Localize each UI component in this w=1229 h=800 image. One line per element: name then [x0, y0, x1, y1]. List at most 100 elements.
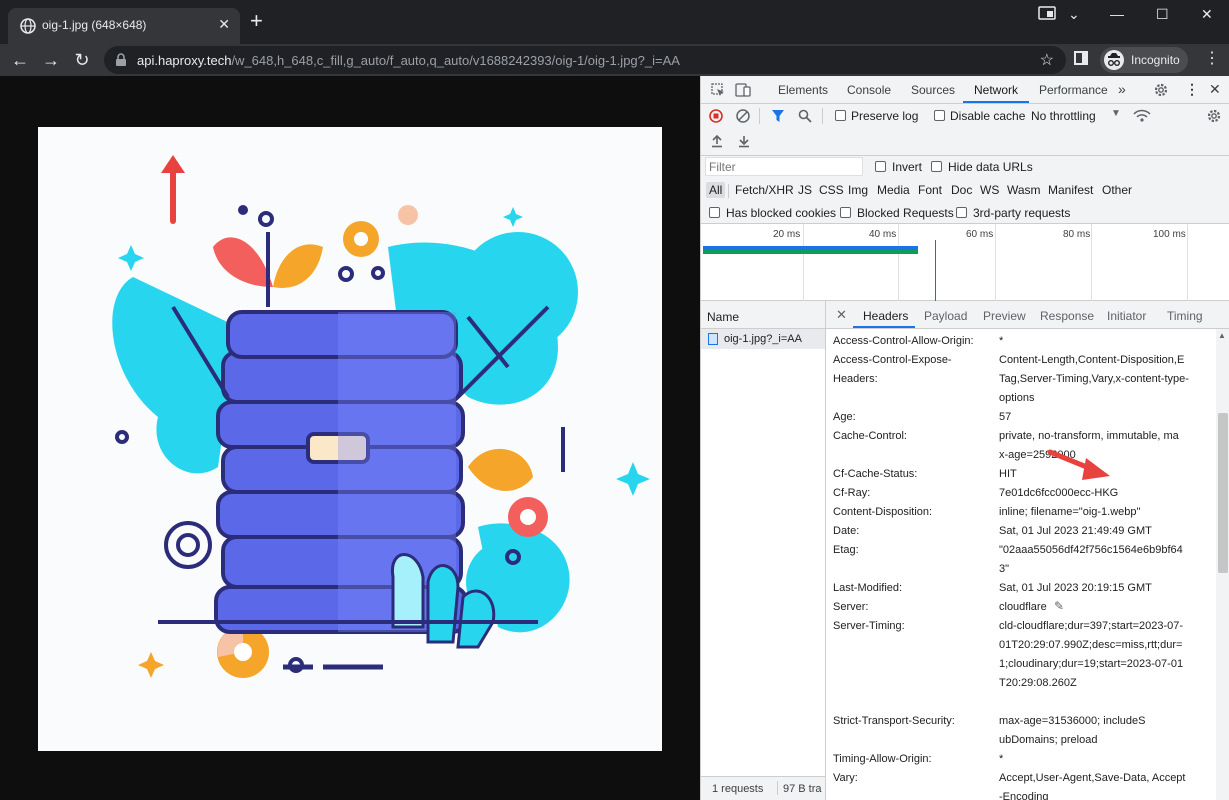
header-name: Last-Modified: [833, 582, 903, 594]
more-tabs-icon[interactable]: » [1118, 81, 1126, 97]
header-value[interactable]: cld-cloudflare;dur=397;start=2023-07-01T… [999, 617, 1189, 693]
tab-elements[interactable]: Elements [778, 83, 828, 97]
filter-funnel-icon[interactable] [771, 109, 785, 123]
header-value[interactable]: inline; filename="oig-1.webp" [999, 503, 1199, 522]
network-overview-timeline[interactable]: 20 ms 40 ms 60 ms 80 ms 100 ms [701, 224, 1229, 301]
type-media[interactable]: Media [877, 183, 910, 197]
browser-toolbar: ← → ↻ api.haproxy.tech/w_648,h_648,c_fil… [0, 44, 1229, 76]
request-row[interactable]: oig-1.jpg?_i=AA [701, 329, 825, 349]
type-fetch-xhr[interactable]: Fetch/XHR [735, 183, 794, 197]
device-toolbar-icon[interactable] [735, 83, 751, 97]
third-party-checkbox[interactable] [956, 207, 967, 218]
type-js[interactable]: JS [798, 183, 812, 197]
type-wasm[interactable]: Wasm [1007, 183, 1041, 197]
type-other[interactable]: Other [1102, 183, 1132, 197]
type-all[interactable]: All [706, 182, 726, 198]
type-css[interactable]: CSS [819, 183, 844, 197]
tab-headers[interactable]: Headers [863, 309, 908, 323]
header-value[interactable]: Sat, 01 Jul 2023 20:19:15 GMT [999, 579, 1199, 598]
tab-preview[interactable]: Preview [983, 309, 1026, 323]
hide-data-urls-label: Hide data URLs [948, 160, 1033, 174]
tick-gridline [1187, 224, 1188, 301]
network-toolbar: Preserve log Disable cache No throttling… [701, 104, 1229, 156]
minimize-button[interactable]: — [1110, 6, 1124, 22]
network-conditions-wifi-icon[interactable] [1133, 109, 1151, 123]
header-value[interactable]: 57 [999, 408, 1199, 427]
request-download-bar [703, 250, 918, 254]
chevron-down-icon[interactable]: ⌄ [1068, 6, 1080, 23]
export-har-icon[interactable] [737, 134, 751, 148]
side-panel-icon[interactable] [1074, 51, 1088, 65]
header-name: Strict-Transport-Security: [833, 715, 955, 727]
invert-checkbox[interactable] [875, 161, 886, 172]
address-bar[interactable]: api.haproxy.tech/w_648,h_648,c_fill,g_au… [104, 46, 1066, 74]
maximize-button[interactable]: ☐ [1156, 6, 1169, 23]
close-detail-icon[interactable]: ✕ [836, 307, 847, 323]
bookmark-star-icon[interactable]: ☆ [1040, 50, 1054, 70]
tab-payload[interactable]: Payload [924, 309, 967, 323]
tab-response[interactable]: Response [1040, 309, 1094, 323]
browser-menu-icon[interactable]: ⋮ [1204, 51, 1220, 67]
network-settings-gear-icon[interactable] [1206, 108, 1222, 124]
tick-gridline [995, 224, 996, 301]
devtools-close-icon[interactable]: ✕ [1209, 81, 1221, 98]
tab-timing[interactable]: Timing [1167, 309, 1203, 323]
type-ws[interactable]: WS [980, 183, 999, 197]
tab-console[interactable]: Console [847, 83, 891, 97]
scroll-up-icon[interactable]: ▲ [1218, 331, 1226, 340]
clear-icon[interactable] [736, 109, 750, 123]
inspect-element-icon[interactable] [711, 83, 725, 97]
lock-icon[interactable] [114, 53, 128, 67]
back-button[interactable]: ← [8, 48, 32, 72]
header-value[interactable]: Sat, 01 Jul 2023 21:49:49 GMT [999, 522, 1199, 541]
hide-data-urls-checkbox[interactable] [931, 161, 942, 172]
url-text[interactable]: api.haproxy.tech/w_648,h_648,c_fill,g_au… [137, 53, 680, 68]
new-tab-button[interactable]: + [250, 10, 263, 32]
type-doc[interactable]: Doc [951, 183, 972, 197]
header-value[interactable]: "02aaa55056df42f756c1564e6b9bf643" [999, 541, 1189, 579]
dropdown-arrow-icon[interactable]: ▼ [1111, 108, 1121, 119]
transferred-size: 97 B tra [783, 783, 822, 795]
header-value[interactable]: * [999, 750, 1199, 769]
pencil-edit-icon[interactable]: ✎ [1054, 599, 1064, 613]
reload-button[interactable]: ↻ [70, 48, 94, 72]
type-img[interactable]: Img [848, 183, 868, 197]
header-value[interactable]: 7e01dc6fcc000ecc-HKG [999, 484, 1199, 503]
import-har-icon[interactable] [710, 134, 724, 148]
header-value[interactable]: Accept,User-Agent,Save-Data, Accept-Enco… [999, 769, 1189, 800]
disable-cache-checkbox[interactable] [934, 110, 945, 121]
throttling-select[interactable]: No throttling [1031, 109, 1096, 123]
preserve-log-checkbox[interactable] [835, 110, 846, 121]
resource-type-filter: All Fetch/XHR JS CSS Img Media Font Doc … [701, 179, 1229, 202]
settings-gear-icon[interactable] [1153, 82, 1169, 98]
record-stop-icon[interactable] [709, 109, 723, 123]
incognito-profile-button[interactable]: Incognito [1100, 47, 1188, 73]
name-column-header[interactable]: Name [701, 301, 825, 329]
filter-input[interactable] [705, 157, 863, 176]
tab-performance[interactable]: Performance [1039, 83, 1108, 97]
tab-close-button[interactable]: ✕ [218, 16, 230, 33]
search-icon[interactable] [798, 109, 812, 123]
header-value[interactable]: Content-Length,Content-Disposition,ETag,… [999, 351, 1189, 408]
has-blocked-cookies-checkbox[interactable] [709, 207, 720, 218]
window-close-button[interactable]: ✕ [1201, 6, 1213, 23]
active-detail-tab-indicator [853, 326, 915, 328]
type-manifest[interactable]: Manifest [1048, 183, 1093, 197]
header-value[interactable]: max-age=31536000; includeSubDomains; pre… [999, 712, 1149, 750]
name-column-label: Name [707, 310, 740, 324]
blocked-requests-checkbox[interactable] [840, 207, 851, 218]
browser-tab[interactable]: oig-1.jpg (648×648) ✕ [8, 8, 240, 44]
tab-initiator[interactable]: Initiator [1107, 309, 1146, 323]
tab-search-icon[interactable] [1038, 6, 1056, 20]
tab-network[interactable]: Network [974, 83, 1018, 97]
devtools-menu-icon[interactable]: ⋮ [1185, 81, 1199, 98]
header-name: Etag: [833, 544, 859, 556]
forward-button[interactable]: → [39, 48, 63, 72]
tab-sources[interactable]: Sources [911, 83, 955, 97]
scrollbar-thumb[interactable] [1218, 413, 1228, 573]
header-value[interactable]: * [999, 332, 1199, 351]
header-name: Server-Timing: [833, 620, 905, 632]
header-value[interactable]: cloudflare [999, 598, 1059, 617]
type-font[interactable]: Font [918, 183, 942, 197]
active-tab-indicator [963, 101, 1029, 103]
